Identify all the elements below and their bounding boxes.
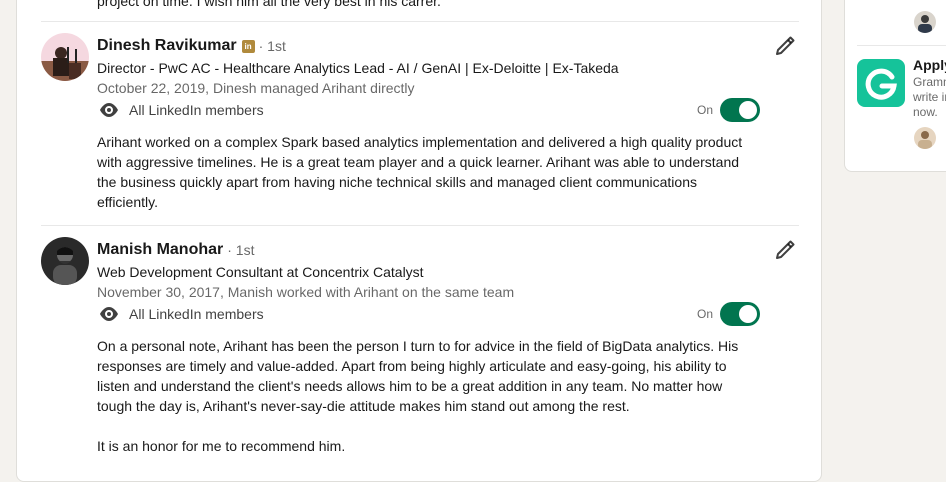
sidebar-ad-card: Apply Gramm write in now. <box>844 0 946 172</box>
recommendations-card: project on time. I wish him all the very… <box>16 0 822 482</box>
avatar[interactable] <box>41 237 89 285</box>
recommendation-text: On a personal note, Arihant has been the… <box>97 336 757 456</box>
connection-degree: · 1st <box>258 38 286 54</box>
edit-button[interactable] <box>773 238 797 262</box>
recommender-headline: Director - PwC AC - Healthcare Analytics… <box>97 60 619 76</box>
divider <box>857 45 946 46</box>
previous-recommendation-tail: project on time. I wish him all the very… <box>97 0 441 9</box>
toggle-knob <box>739 305 758 323</box>
ad-line: write in <box>913 90 946 104</box>
recommendation-item: Dinesh Ravikumar in · 1st Director - PwC… <box>17 21 821 225</box>
edit-button[interactable] <box>773 34 797 58</box>
toggle-knob <box>739 101 758 119</box>
visibility-setting: All LinkedIn members <box>97 98 264 122</box>
linkedin-badge-icon: in <box>241 39 255 53</box>
avatar[interactable] <box>41 33 89 81</box>
avatar[interactable] <box>914 127 936 149</box>
visibility-toggle[interactable] <box>720 98 761 122</box>
visibility-toggle-group: On <box>697 98 761 122</box>
ad-line: Gramm <box>913 75 946 89</box>
recommender-header: Dinesh Ravikumar in · 1st <box>97 36 286 56</box>
recommendation-item: Manish Manohar · 1st Web Development Con… <box>17 225 821 481</box>
recommendation-meta: November 30, 2017, Manish worked with Ar… <box>97 284 515 300</box>
ad-line: now. <box>913 105 938 119</box>
toggle-label: On <box>697 103 714 117</box>
pencil-icon <box>776 240 795 259</box>
eye-icon <box>100 307 118 321</box>
recommendation-meta: October 22, 2019, Dinesh managed Arihant… <box>97 80 415 96</box>
recommendation-paragraph: On a personal note, Arihant has been the… <box>97 338 739 414</box>
visibility-toggle[interactable] <box>720 302 761 326</box>
recommendation-text: Arihant worked on a complex Spark based … <box>97 132 757 212</box>
recommender-name[interactable]: Dinesh Ravikumar <box>97 36 237 56</box>
eye-icon <box>100 103 118 117</box>
recommendation-paragraph: It is an honor for me to recommend him. <box>97 438 346 454</box>
recommender-name[interactable]: Manish Manohar <box>97 240 223 260</box>
toggle-label: On <box>697 307 714 321</box>
visibility-label: All LinkedIn members <box>129 102 264 118</box>
connection-degree: · 1st <box>227 242 255 258</box>
visibility-setting: All LinkedIn members <box>97 302 264 326</box>
visibility-toggle-group: On <box>697 302 761 326</box>
grammarly-logo[interactable] <box>857 59 905 107</box>
recommender-header: Manish Manohar · 1st <box>97 240 254 260</box>
visibility-label: All LinkedIn members <box>129 306 264 322</box>
avatar[interactable] <box>914 11 936 33</box>
pencil-icon <box>776 36 795 55</box>
recommender-headline: Web Development Consultant at Concentrix… <box>97 264 424 280</box>
recommendation-paragraph: Arihant worked on a complex Spark based … <box>97 134 743 210</box>
ad-title[interactable]: Apply <box>913 57 946 73</box>
